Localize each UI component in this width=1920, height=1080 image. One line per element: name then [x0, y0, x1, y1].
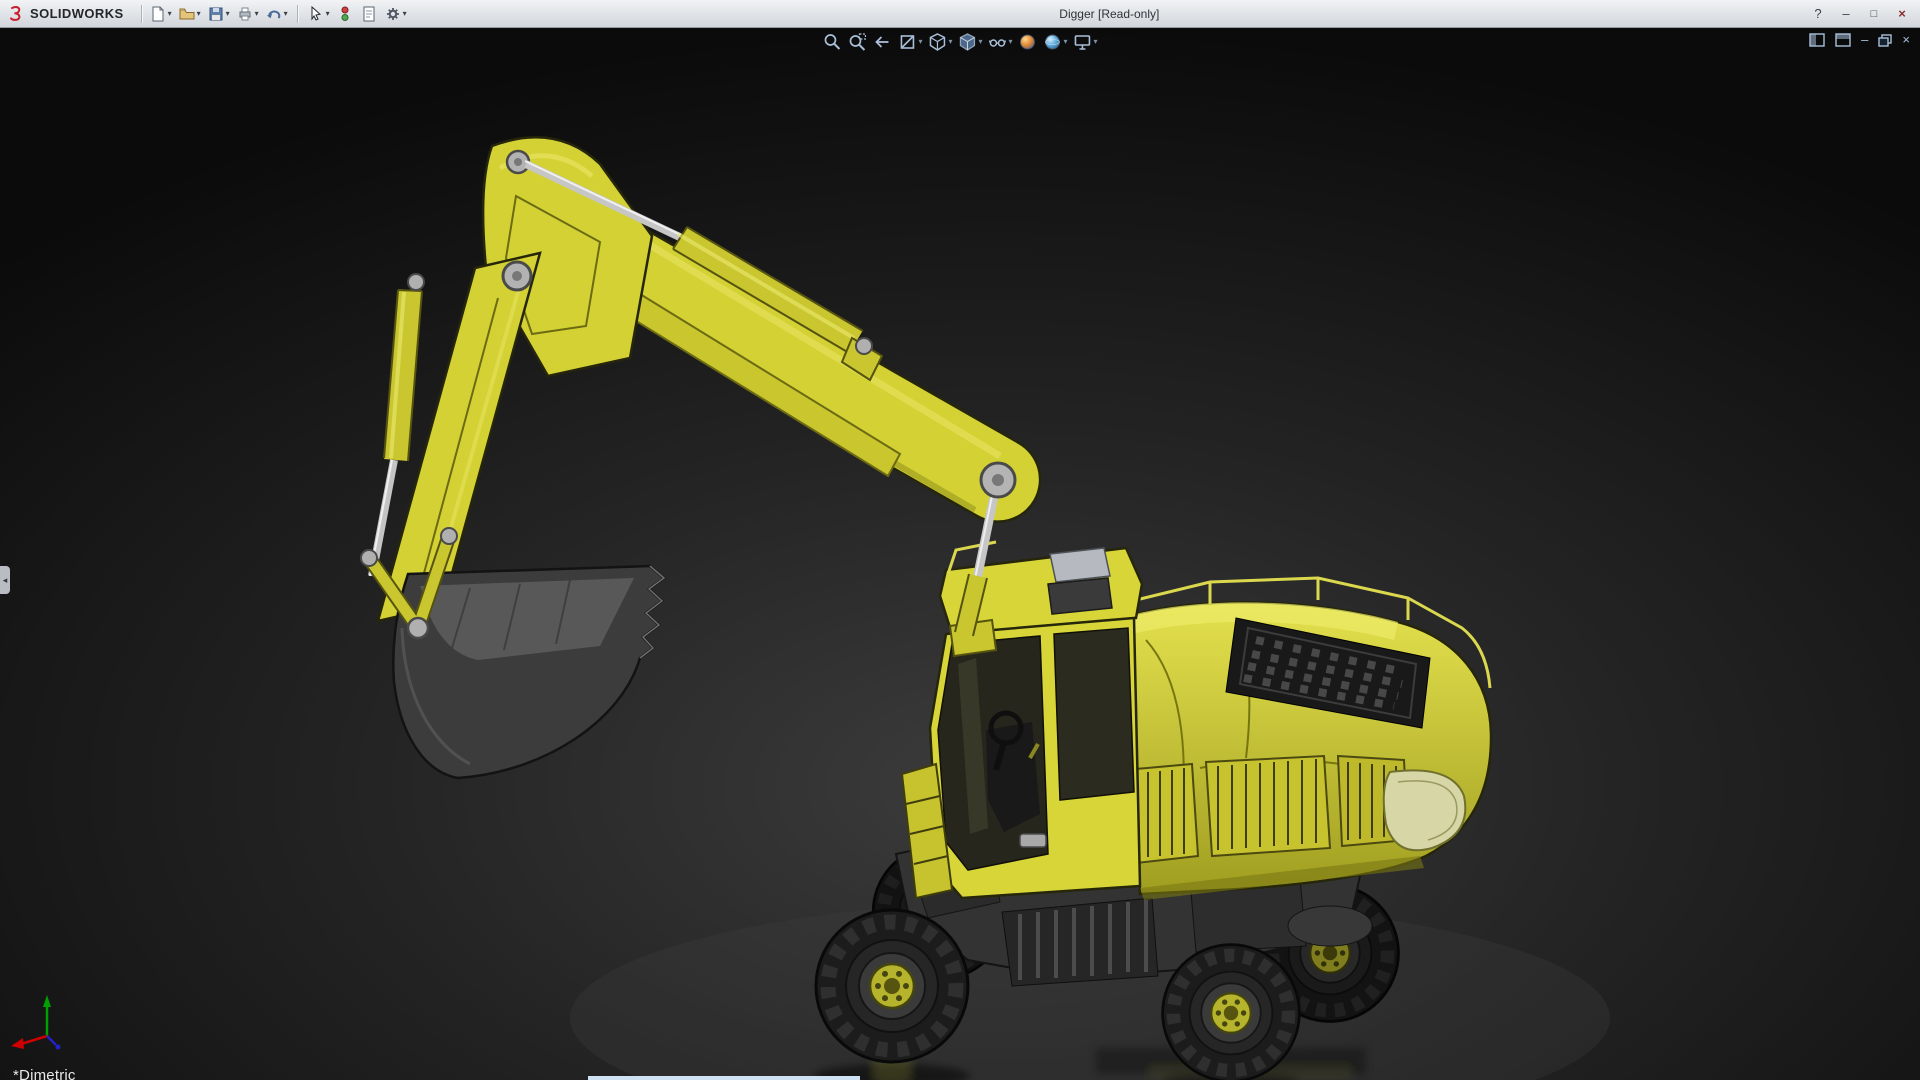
- brand-name: SOLIDWORKS: [30, 6, 124, 21]
- pane-split-top-icon[interactable]: [1835, 33, 1851, 47]
- title-bar: SOLIDWORKS ▾ ▾ ▾ ▾ ▾ ▾ ▾ Digger [Read-on…: [0, 0, 1920, 28]
- minimize-button[interactable]: –: [1838, 6, 1854, 22]
- open-button[interactable]: ▾: [176, 4, 203, 24]
- heads-up-view-toolbar: ▾ ▾ ▾ ▾ ▾ ▾: [821, 31, 1098, 53]
- display-style-button[interactable]: ▾: [956, 31, 983, 53]
- dropdown-caret-icon[interactable]: ▾: [168, 9, 172, 18]
- document-window-controls: – ×: [1809, 33, 1910, 47]
- dropdown-caret-icon[interactable]: ▾: [255, 9, 259, 18]
- zoom-to-fit-button[interactable]: [821, 31, 843, 53]
- new-document-icon: [152, 6, 164, 21]
- doc-restore-icon[interactable]: [1878, 33, 1893, 47]
- wheel-rear-outer[interactable]: [1163, 945, 1300, 1080]
- close-button[interactable]: ×: [1894, 6, 1910, 22]
- open-folder-icon: [179, 8, 195, 19]
- app-brand: SOLIDWORKS: [8, 5, 124, 22]
- toolbar-separator: [140, 4, 142, 23]
- printer-icon: [239, 7, 251, 20]
- roof-panel: [1049, 547, 1111, 583]
- edit-appearance-icon: [1020, 34, 1036, 50]
- print-button[interactable]: ▾: [234, 4, 261, 24]
- zoom-to-area-button[interactable]: [846, 31, 868, 53]
- dropdown-caret-icon[interactable]: ▾: [1009, 38, 1013, 46]
- undo-arrow-icon: [266, 10, 280, 19]
- view-settings-button[interactable]: ▾: [1072, 31, 1099, 53]
- doc-minimize-icon[interactable]: –: [1861, 33, 1868, 47]
- new-document-button[interactable]: ▾: [147, 4, 174, 24]
- previous-view-button[interactable]: [871, 31, 893, 53]
- dropdown-caret-icon[interactable]: ▾: [978, 38, 982, 46]
- hide-show-items-button[interactable]: ▾: [987, 31, 1014, 53]
- graphics-area[interactable]: ▾ ▾ ▾ ▾ ▾ ▾ – × ◂ *Dimetric: [0, 28, 1920, 1080]
- previous-view-icon: [875, 36, 889, 48]
- select-pointer-icon: [311, 5, 321, 21]
- doc-close-icon[interactable]: ×: [1902, 33, 1910, 47]
- apply-scene-icon: [1045, 34, 1061, 50]
- pane-split-left-icon[interactable]: [1809, 33, 1825, 47]
- options-gear-icon: [386, 7, 399, 20]
- file-toolbar: ▾ ▾ ▾ ▾ ▾ ▾ ▾: [147, 4, 409, 24]
- rebuild-stoplight-icon: [341, 6, 349, 21]
- display-style-icon: [959, 33, 976, 51]
- side-window-glass[interactable]: [1053, 627, 1135, 801]
- zoom-to-area-icon: [849, 33, 867, 51]
- select-button[interactable]: ▾: [305, 4, 332, 24]
- sheet-properties-button[interactable]: [358, 4, 380, 24]
- section-view-icon: [900, 35, 915, 49]
- save-disk-icon: [209, 7, 223, 20]
- dropdown-caret-icon[interactable]: ▾: [326, 9, 330, 18]
- view-orientation-label: *Dimetric: [13, 1067, 76, 1080]
- maximize-button[interactable]: □: [1866, 6, 1882, 22]
- model-viewport[interactable]: [0, 28, 1920, 1080]
- dropdown-caret-icon[interactable]: ▾: [284, 9, 288, 18]
- apply-scene-button[interactable]: ▾: [1042, 31, 1069, 53]
- section-view-button[interactable]: ▾: [896, 31, 923, 53]
- dropdown-caret-icon[interactable]: ▾: [1064, 38, 1068, 46]
- side-mirror: [1019, 833, 1047, 848]
- view-settings-icon: [1074, 35, 1091, 50]
- dropdown-caret-icon[interactable]: ▾: [403, 9, 407, 18]
- undo-button[interactable]: ▾: [263, 4, 290, 24]
- solidworks-logo-icon: [10, 5, 21, 21]
- dropdown-caret-icon[interactable]: ▾: [918, 38, 922, 46]
- save-button[interactable]: ▾: [205, 4, 232, 24]
- wheel-front-outer[interactable]: [816, 910, 968, 1062]
- taskbar-sliver: [588, 1076, 860, 1080]
- rebuild-stoplight-button[interactable]: [334, 4, 356, 24]
- dropdown-caret-icon[interactable]: ▾: [226, 9, 230, 18]
- sheet-properties-icon: [363, 6, 375, 21]
- dropdown-caret-icon[interactable]: ▾: [948, 38, 952, 46]
- roof-insert: [1047, 577, 1113, 615]
- zoom-to-fit-icon: [824, 34, 841, 50]
- options-button[interactable]: ▾: [382, 4, 409, 24]
- view-orientation-button[interactable]: ▾: [926, 31, 953, 53]
- hide-show-items-icon: [988, 39, 1007, 47]
- feature-tree-flyout-handle[interactable]: ◂: [0, 566, 10, 594]
- view-orientation-icon: [929, 33, 946, 51]
- window-title: Digger [Read-only]: [1059, 6, 1160, 21]
- toolbar-separator: [296, 4, 298, 23]
- help-button[interactable]: ?: [1810, 6, 1826, 22]
- window-controls: ? – □ ×: [1810, 6, 1912, 22]
- flyout-arrow-icon: ◂: [2, 574, 8, 585]
- edit-appearance-button[interactable]: [1017, 31, 1039, 53]
- dropdown-caret-icon[interactable]: ▾: [1094, 38, 1098, 46]
- dropdown-caret-icon[interactable]: ▾: [197, 9, 201, 18]
